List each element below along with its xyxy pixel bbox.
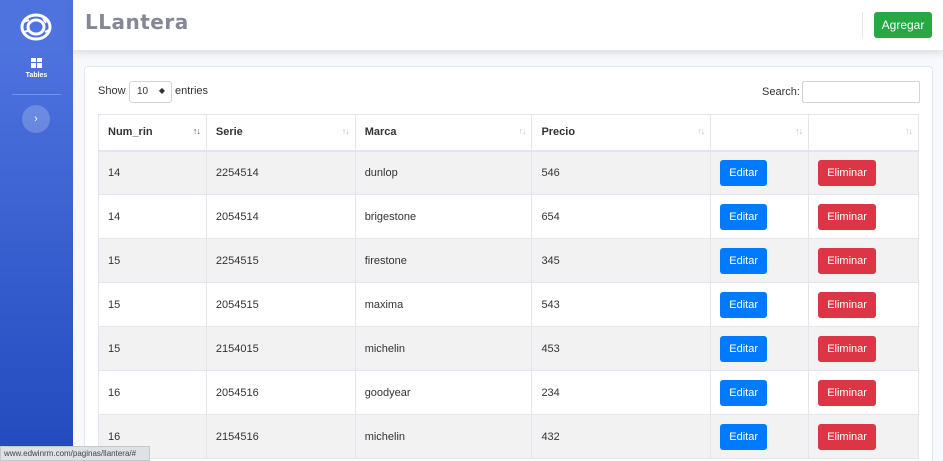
edit-button[interactable]: Editar	[720, 203, 768, 230]
cell-num-rin: 15	[98, 326, 207, 371]
column-header-serie[interactable]: Serie ↑↓	[205, 114, 356, 152]
sort-icon: ↑↓	[518, 126, 526, 136]
edit-button[interactable]: Editar	[720, 291, 768, 318]
topbar: LLantera Agregar	[73, 0, 943, 50]
table-row: 15 2054515 maxima 543 Editar Eliminar	[98, 282, 919, 327]
cell-delete: Eliminar	[808, 370, 919, 415]
cell-marca: dunlop	[354, 150, 533, 195]
table-row: 15 2154015 michelin 453 Editar Eliminar	[98, 326, 919, 371]
delete-button[interactable]: Eliminar	[818, 379, 877, 406]
cell-serie: 2254514	[205, 150, 356, 195]
table-row: 16 2054516 goodyear 234 Editar Eliminar	[98, 370, 919, 415]
delete-button[interactable]: Eliminar	[818, 335, 877, 362]
cell-edit: Editar	[710, 194, 810, 239]
cell-delete: Eliminar	[808, 326, 919, 371]
cell-edit: Editar	[710, 414, 810, 459]
cell-delete: Eliminar	[808, 150, 919, 195]
edit-button[interactable]: Editar	[720, 379, 768, 406]
cell-serie: 2054514	[205, 194, 356, 239]
show-label: Show	[98, 85, 126, 97]
entries-value: 10	[137, 86, 149, 97]
cell-num-rin: 15	[98, 238, 207, 283]
sidebar-divider	[12, 94, 61, 95]
cell-delete: Eliminar	[808, 282, 919, 327]
delete-button[interactable]: Eliminar	[818, 159, 877, 186]
table-row: 14 2254514 dunlop 546 Editar Eliminar	[98, 150, 919, 195]
cell-edit: Editar	[710, 150, 810, 195]
cell-num-rin: 14	[98, 194, 207, 239]
cell-edit: Editar	[710, 282, 810, 327]
search-label: Search:	[762, 86, 800, 98]
table-row: 15 2254515 firestone 345 Editar Eliminar	[98, 238, 919, 283]
chevron-right-icon: ›	[34, 113, 38, 125]
cell-serie: 2254515	[205, 238, 356, 283]
tire-icon[interactable]	[19, 10, 53, 44]
cell-delete: Eliminar	[808, 194, 919, 239]
sort-icon: ↑↓	[905, 126, 913, 136]
table-header-row: Num_rin ↑↓ Serie ↑↓ Marca ↑↓ Precio ↑↓ ↑…	[98, 114, 919, 152]
select-caret-icon: ◆	[158, 86, 165, 95]
table-card: Show 10 ◆ entries Search: Num_rin ↑↓ Ser…	[84, 66, 933, 461]
sort-icon: ↑↓	[341, 126, 350, 136]
cell-serie: 2054515	[205, 282, 356, 327]
sidebar-toggle-button[interactable]: ›	[22, 105, 50, 133]
entries-label: entries	[175, 85, 209, 97]
cell-serie: 2154516	[205, 414, 356, 459]
cell-marca: brigestone	[354, 194, 533, 239]
topbar-divider	[862, 12, 863, 38]
cell-serie: 2054516	[205, 370, 356, 415]
cell-num-rin: 14	[98, 150, 207, 195]
cell-precio: 345	[531, 238, 712, 283]
column-header-num-rin[interactable]: Num_rin ↑↓	[98, 114, 207, 152]
cell-marca: michelin	[354, 326, 533, 371]
delete-button[interactable]: Eliminar	[818, 203, 877, 230]
cell-delete: Eliminar	[808, 238, 919, 283]
search-input[interactable]	[802, 81, 920, 103]
cell-edit: Editar	[710, 370, 810, 415]
cell-edit: Editar	[710, 238, 810, 283]
edit-button[interactable]: Editar	[720, 423, 768, 450]
cell-num-rin: 15	[98, 282, 207, 327]
data-table: Num_rin ↑↓ Serie ↑↓ Marca ↑↓ Precio ↑↓ ↑…	[98, 114, 919, 459]
cell-precio: 453	[531, 326, 712, 371]
edit-button[interactable]: Editar	[720, 159, 768, 186]
cell-serie: 2154015	[205, 326, 356, 371]
column-header-precio[interactable]: Precio ↑↓	[531, 114, 712, 152]
cell-precio: 543	[531, 282, 712, 327]
table-row: 14 2054514 brigestone 654 Editar Elimina…	[98, 194, 919, 239]
sort-icon: ↑↓	[795, 126, 803, 136]
cell-marca: firestone	[354, 238, 533, 283]
cell-num-rin: 16	[98, 370, 207, 415]
delete-button[interactable]: Eliminar	[818, 247, 877, 274]
cell-delete: Eliminar	[808, 414, 919, 459]
cell-marca: michelin	[354, 414, 533, 459]
delete-button[interactable]: Eliminar	[818, 291, 877, 318]
table-icon	[31, 58, 42, 68]
cell-precio: 432	[531, 414, 712, 459]
sort-icon: ↑↓	[697, 126, 705, 136]
cell-marca: goodyear	[354, 370, 533, 415]
sidebar-item-tables[interactable]: Tables	[0, 58, 73, 88]
column-header-marca[interactable]: Marca ↑↓	[354, 114, 533, 152]
cell-precio: 546	[531, 150, 712, 195]
sidebar: Tables ›	[0, 0, 73, 461]
app-title: LLantera	[85, 10, 189, 34]
sidebar-item-label: Tables	[25, 72, 48, 79]
cell-marca: maxima	[354, 282, 533, 327]
edit-button[interactable]: Editar	[720, 335, 768, 362]
cell-precio: 234	[531, 370, 712, 415]
status-bar-url: www.edwinrm.com/paginas/llantera/#	[0, 446, 150, 461]
delete-button[interactable]: Eliminar	[818, 423, 877, 450]
sort-asc-icon: ↑↓	[192, 126, 201, 136]
entries-select[interactable]: 10 ◆	[129, 81, 172, 103]
cell-precio: 654	[531, 194, 712, 239]
table-row: 16 2154516 michelin 432 Editar Eliminar	[98, 414, 919, 459]
edit-button[interactable]: Editar	[720, 247, 768, 274]
column-header-edit[interactable]: ↑↓	[710, 114, 810, 152]
add-button[interactable]: Agregar	[874, 12, 932, 38]
cell-edit: Editar	[710, 326, 810, 371]
column-header-delete[interactable]: ↑↓	[808, 114, 919, 152]
